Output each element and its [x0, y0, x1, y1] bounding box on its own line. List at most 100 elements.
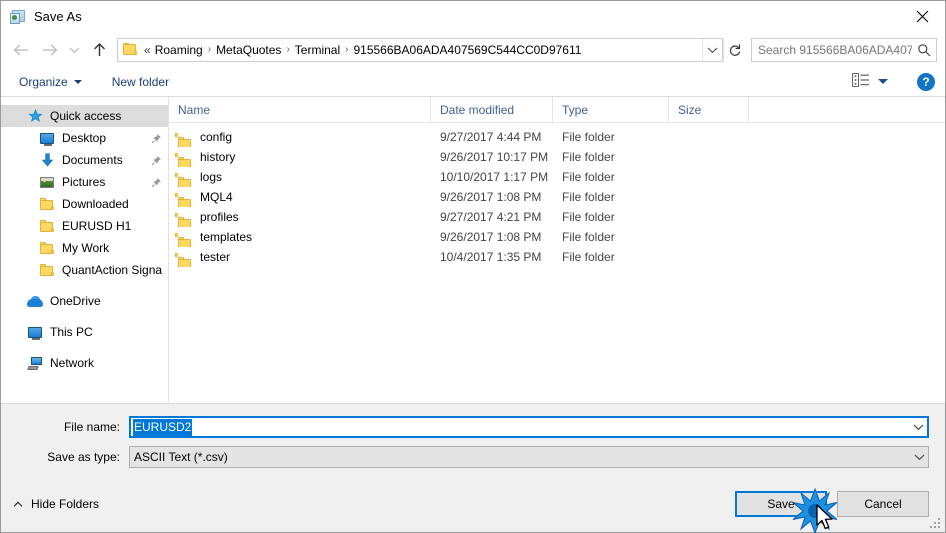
sidebar-item-quick-access[interactable]: Quick access [1, 105, 168, 127]
file-name-value: EURUSD2 [133, 418, 193, 436]
column-header-date-modified[interactable]: Date modified [431, 96, 553, 123]
column-header-size[interactable]: Size [669, 96, 749, 123]
file-size-cell [669, 127, 749, 147]
dialog-body: Quick access Desktop Documents Pictures … [1, 96, 945, 403]
file-name-label: logs [200, 170, 223, 184]
file-type-cell: File folder [562, 230, 615, 244]
view-layout-icon [852, 73, 870, 90]
cancel-label: Cancel [864, 497, 902, 511]
save-button[interactable]: Save [735, 491, 827, 517]
sidebar-item-label: Pictures [62, 175, 106, 189]
sidebar-item-desktop[interactable]: Desktop [1, 127, 168, 149]
command-bar: Organize New folder ? [1, 67, 945, 97]
app-icon [10, 9, 26, 25]
sidebar-item-pictures[interactable]: Pictures [1, 171, 168, 193]
sidebar-item-my-work[interactable]: My Work [1, 237, 168, 259]
sidebar-item-quantaction-signal[interactable]: QuantAction Signal [1, 259, 168, 281]
table-row[interactable]: tester 10/4/2017 1:35 PM File folder [169, 247, 945, 267]
folder-icon [39, 262, 55, 278]
new-folder-button[interactable]: New folder [108, 70, 173, 94]
file-name-cell: MQL4 [169, 187, 431, 207]
resize-grip[interactable] [930, 518, 942, 530]
save-as-type-label: Save as type: [47, 450, 120, 464]
table-row[interactable]: MQL4 9/26/2017 1:08 PM File folder [169, 187, 945, 207]
help-button[interactable]: ? [917, 72, 935, 91]
table-row[interactable]: config 9/27/2017 4:44 PM File folder [169, 127, 945, 147]
file-name-label: MQL4 [200, 190, 233, 204]
file-name-row: File name: EURUSD2 [17, 416, 929, 438]
window-title: Save As [34, 9, 82, 24]
sidebar-item-documents[interactable]: Documents [1, 149, 168, 171]
column-header-name[interactable]: Name [169, 96, 431, 123]
breadcrumb-separator: › [286, 44, 290, 55]
close-button[interactable] [899, 1, 945, 32]
column-header-label: Name [178, 102, 211, 117]
sidebar-item-this-pc[interactable]: This PC [1, 321, 168, 343]
sidebar-item-label: OneDrive [50, 294, 101, 308]
file-name-label: File name: [63, 420, 120, 434]
sidebar-item-eurusd-h1[interactable]: EURUSD H1 [1, 215, 168, 237]
table-row[interactable]: history 9/26/2017 10:17 PM File folder [169, 147, 945, 167]
folder-icon [123, 42, 139, 57]
change-view-button[interactable] [849, 70, 891, 94]
save-as-type-select[interactable]: ASCII Text (*.csv) [129, 446, 929, 468]
sidebar-item-network[interactable]: Network [1, 352, 168, 374]
table-row[interactable]: templates 9/26/2017 1:08 PM File folder [169, 227, 945, 247]
up-button[interactable] [85, 37, 113, 63]
breadcrumb-item-metaquotes[interactable]: MetaQuotes [215, 43, 282, 57]
file-name-cell: profiles [169, 207, 431, 227]
file-size-cell [669, 187, 749, 207]
file-name-cell: tester [169, 247, 431, 267]
chevron-down-icon[interactable] [910, 447, 928, 467]
sidebar-item-label: EURUSD H1 [62, 219, 132, 233]
recent-locations-button[interactable] [63, 37, 85, 63]
refresh-icon[interactable] [723, 38, 745, 61]
table-row[interactable]: logs 10/10/2017 1:17 PM File folder [169, 167, 945, 187]
column-header-type[interactable]: Type [553, 96, 669, 123]
hide-folders-label: Hide Folders [31, 497, 100, 511]
file-size-cell [669, 167, 749, 187]
organize-button[interactable]: Organize [15, 70, 86, 94]
sidebar-item-label: Network [50, 356, 95, 370]
search-box[interactable]: Search 915566BA06ADA40756... [751, 37, 937, 62]
sidebar-item-label: Quick access [50, 109, 122, 123]
breadcrumb-item-terminal[interactable]: Terminal [294, 43, 341, 57]
pin-icon [150, 154, 162, 166]
save-as-type-row: Save as type: ASCII Text (*.csv) [17, 446, 929, 468]
file-name-cell: history [169, 147, 431, 167]
file-size-cell [669, 207, 749, 227]
breadcrumb-item-terminal-id[interactable]: 915566BA06ADA407569C544CC0D97611 [352, 43, 582, 57]
breadcrumb-item-roaming[interactable]: Roaming [154, 43, 204, 57]
chevron-down-icon [73, 79, 82, 84]
back-button[interactable] [7, 37, 35, 63]
breadcrumb-separator: › [207, 44, 212, 55]
picture-icon [39, 174, 55, 190]
table-row[interactable]: profiles 9/27/2017 4:21 PM File folder [169, 207, 945, 227]
sidebar-item-downloaded[interactable]: Downloaded [1, 193, 168, 215]
this-pc-icon [27, 324, 43, 340]
address-bar[interactable]: « Roaming › MetaQuotes › Terminal › 9155… [117, 37, 723, 62]
breadcrumb-overflow[interactable]: « [143, 43, 152, 57]
search-input[interactable]: Search 915566BA06ADA40756... [752, 43, 912, 57]
file-date-cell: 10/4/2017 1:35 PM [440, 250, 542, 264]
file-type-cell: File folder [562, 210, 615, 224]
help-label: ? [922, 74, 930, 89]
hide-folders-button[interactable]: Hide Folders [13, 497, 99, 511]
save-as-type-value: ASCII Text (*.csv) [134, 450, 228, 464]
sidebar-item-onedrive[interactable]: OneDrive [1, 290, 168, 312]
monitor-icon [39, 130, 55, 146]
star-icon [27, 108, 43, 124]
sidebar-item-label: Desktop [62, 131, 107, 145]
cancel-button[interactable]: Cancel [837, 491, 929, 517]
address-dropdown-icon[interactable] [702, 38, 722, 61]
folder-icon [39, 196, 55, 212]
forward-button[interactable] [35, 37, 63, 63]
organize-label: Organize [19, 74, 68, 89]
file-type-cell: File folder [562, 250, 615, 264]
chevron-down-icon[interactable] [909, 418, 927, 436]
file-name-input[interactable]: EURUSD2 [129, 416, 929, 438]
file-type-cell: File folder [562, 150, 615, 164]
pin-icon [150, 176, 162, 188]
